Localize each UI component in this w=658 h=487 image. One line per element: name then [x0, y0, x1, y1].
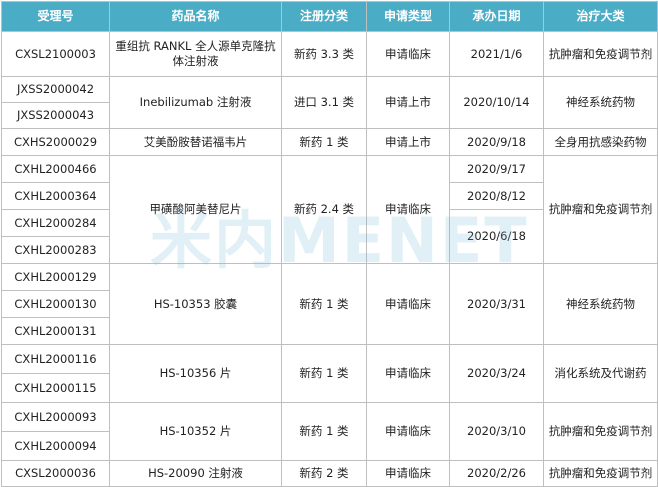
- page: 受理号 药品名称 注册分类 申请类型 承办日期 治疗大类 CXSL2100003…: [0, 0, 658, 487]
- date-cell: 2020/6/18: [449, 209, 544, 264]
- header-row: 受理号 药品名称 注册分类 申请类型 承办日期 治疗大类: [1, 1, 658, 32]
- drug-name-cell: HS-10352 片: [109, 402, 282, 461]
- table-row: CXHL2000116 HS-10356 片 新药 1 类 申请临床 2020/…: [1, 344, 658, 403]
- category-cell: 进口 3.1 类: [281, 76, 367, 129]
- accept-no-cell: CXHL2000094: [1, 431, 110, 461]
- accept-no-cell: CXHL2000131: [1, 317, 110, 345]
- header-drug-name: 药品名称: [109, 1, 282, 32]
- date-cell: 2020/9/17: [449, 155, 544, 183]
- header-registration-category: 注册分类: [281, 1, 367, 32]
- accept-no-cell: CXSL2100003: [1, 31, 110, 77]
- app-type-cell: 申请上市: [366, 76, 450, 129]
- accept-no-cell: CXHL2000466: [1, 155, 110, 183]
- drug-name-cell: Inebilizumab 注射液: [109, 76, 282, 129]
- accept-no-cell: CXHL2000129: [1, 263, 110, 291]
- header-therapeutic-class: 治疗大类: [543, 1, 658, 32]
- therapy-cell: 抗肿瘤和免疫调节剂: [543, 31, 658, 77]
- accept-no-cell: CXSL2000036: [1, 460, 110, 487]
- accept-no-cell: CXHL2000115: [1, 373, 110, 403]
- table-row: JXSS2000042 Inebilizumab 注射液 进口 3.1 类 申请…: [1, 76, 658, 129]
- category-cell: 新药 3.3 类: [281, 31, 367, 77]
- category-cell: 新药 1 类: [281, 344, 367, 403]
- category-cell: 新药 1 类: [281, 128, 367, 156]
- drug-name-cell: HS-10356 片: [109, 344, 282, 403]
- date-cell: 2021/1/6: [449, 31, 544, 77]
- header-filing-date: 承办日期: [449, 1, 544, 32]
- app-type-cell: 申请上市: [366, 128, 450, 156]
- accept-no-cell: CXHL2000093: [1, 402, 110, 432]
- drug-name-cell: HS-20090 注射液: [109, 460, 282, 487]
- drug-name-cell: 艾美酚胺替诺福韦片: [109, 128, 282, 156]
- app-type-cell: 申请临床: [366, 460, 450, 487]
- table-row: CXHL2000466 甲磺酸阿美替尼片 新药 2.4 类 申请临床 2020/…: [1, 155, 658, 264]
- app-type-cell: 申请临床: [366, 31, 450, 77]
- date-cell: 2020/3/10: [449, 402, 544, 461]
- table-row: CXSL2100003 重组抗 RANKL 全人源单克隆抗体注射液 新药 3.3…: [1, 31, 658, 77]
- accept-no-cell: CXHS2000029: [1, 128, 110, 156]
- app-type-cell: 申请临床: [366, 155, 450, 264]
- category-cell: 新药 1 类: [281, 263, 367, 345]
- accept-no-cell: CXHL2000284: [1, 209, 110, 237]
- date-cell: 2020/3/31: [449, 263, 544, 345]
- app-type-cell: 申请临床: [366, 402, 450, 461]
- category-cell: 新药 2.4 类: [281, 155, 367, 264]
- therapy-cell: 全身用抗感染药物: [543, 128, 658, 156]
- drug-registration-table: 受理号 药品名称 注册分类 申请类型 承办日期 治疗大类 CXSL2100003…: [1, 1, 658, 487]
- table-row: CXHL2000093 HS-10352 片 新药 1 类 申请临床 2020/…: [1, 402, 658, 461]
- date-cell: 2020/8/12: [449, 182, 544, 210]
- therapy-cell: 抗肿瘤和免疫调节剂: [543, 402, 658, 461]
- accept-no-cell: CXHL2000364: [1, 182, 110, 210]
- header-accept-no: 受理号: [1, 1, 110, 32]
- date-cell: 2020/2/26: [449, 460, 544, 487]
- header-application-type: 申请类型: [366, 1, 450, 32]
- table-row: CXHL2000129 HS-10353 胶囊 新药 1 类 申请临床 2020…: [1, 263, 658, 345]
- accept-no-cell: JXSS2000042: [1, 76, 110, 103]
- date-cell: 2020/9/18: [449, 128, 544, 156]
- therapy-cell: 神经系统药物: [543, 76, 658, 129]
- accept-no-cell: CXHL2000116: [1, 344, 110, 374]
- app-type-cell: 申请临床: [366, 263, 450, 345]
- therapy-cell: 抗肿瘤和免疫调节剂: [543, 460, 658, 487]
- table-row: CXHS2000029 艾美酚胺替诺福韦片 新药 1 类 申请上市 2020/9…: [1, 128, 658, 156]
- therapy-cell: 消化系统及代谢药: [543, 344, 658, 403]
- date-cell: 2020/10/14: [449, 76, 544, 129]
- accept-no-cell: CXHL2000130: [1, 290, 110, 318]
- drug-name-cell: 甲磺酸阿美替尼片: [109, 155, 282, 264]
- category-cell: 新药 1 类: [281, 402, 367, 461]
- drug-name-cell: HS-10353 胶囊: [109, 263, 282, 345]
- table-row: CXSL2000036 HS-20090 注射液 新药 2 类 申请临床 202…: [1, 460, 658, 487]
- drug-name-cell: 重组抗 RANKL 全人源单克隆抗体注射液: [109, 31, 282, 77]
- therapy-cell: 抗肿瘤和免疫调节剂: [543, 155, 658, 264]
- app-type-cell: 申请临床: [366, 344, 450, 403]
- accept-no-cell: JXSS2000043: [1, 102, 110, 129]
- date-cell: 2020/3/24: [449, 344, 544, 403]
- therapy-cell: 神经系统药物: [543, 263, 658, 345]
- category-cell: 新药 2 类: [281, 460, 367, 487]
- accept-no-cell: CXHL2000283: [1, 236, 110, 264]
